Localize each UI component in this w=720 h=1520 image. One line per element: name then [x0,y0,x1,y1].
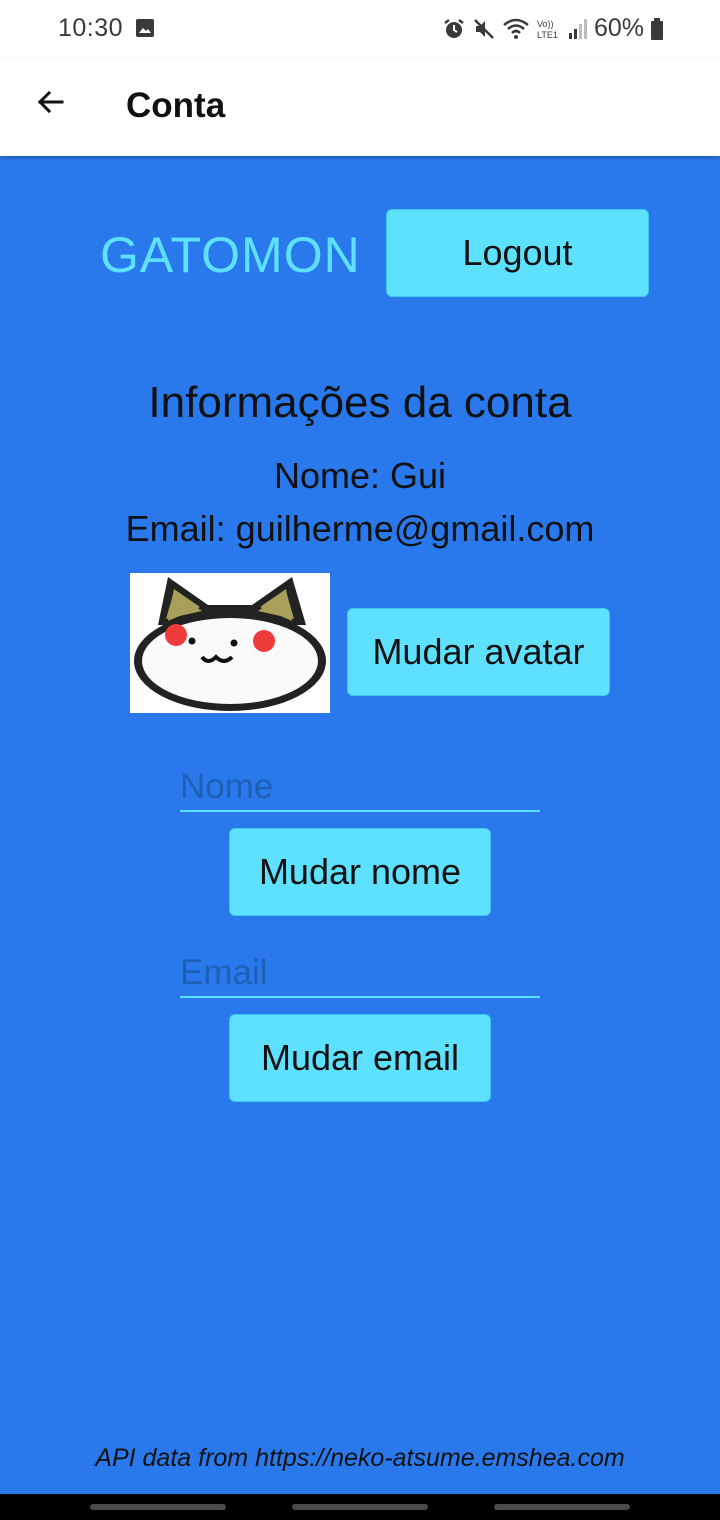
nav-home-button[interactable] [292,1504,428,1510]
nav-recents-button[interactable] [90,1504,226,1510]
battery-icon [651,17,663,40]
gallery-icon [136,19,154,37]
system-nav-bar [0,1494,720,1520]
svg-text:Vo)): Vo)) [537,19,554,29]
app-bar: Conta [0,58,720,156]
volte-icon: Vo)) LTE1 [537,19,558,40]
change-email-button[interactable]: Mudar email [229,1014,491,1102]
email-input[interactable] [180,950,540,998]
change-name-button[interactable]: Mudar nome [229,828,491,916]
arrow-back-icon [37,90,64,114]
wifi-icon [503,18,529,39]
api-credit-footer: API data from https://neko-atsume.emshea… [95,1444,625,1472]
status-bar: 10:30 Vo)) LTE1 60% [0,0,720,58]
signal-icon [568,18,587,39]
logout-button[interactable]: Logout [386,209,649,297]
cat-avatar-icon [134,577,326,711]
name-input[interactable] [180,764,540,812]
change-avatar-button[interactable]: Mudar avatar [347,608,610,696]
status-icons: Vo)) LTE1 60% [442,14,664,43]
account-email: Email: guilherme@gmail.com [125,508,595,549]
status-time: 10:30 [58,14,124,42]
alarm-icon [444,18,464,38]
avatar [130,573,330,713]
brand-logo-text: GATOMON [100,227,361,283]
mute-icon [474,18,494,39]
account-info-heading: Informações da conta [148,378,572,427]
account-name: Nome: Gui [273,455,447,496]
nav-back-button[interactable] [494,1504,630,1510]
page-title: Conta [126,86,226,125]
svg-text:LTE1: LTE1 [537,30,558,40]
battery-percent: 60% [593,14,644,42]
back-button[interactable] [24,76,76,128]
